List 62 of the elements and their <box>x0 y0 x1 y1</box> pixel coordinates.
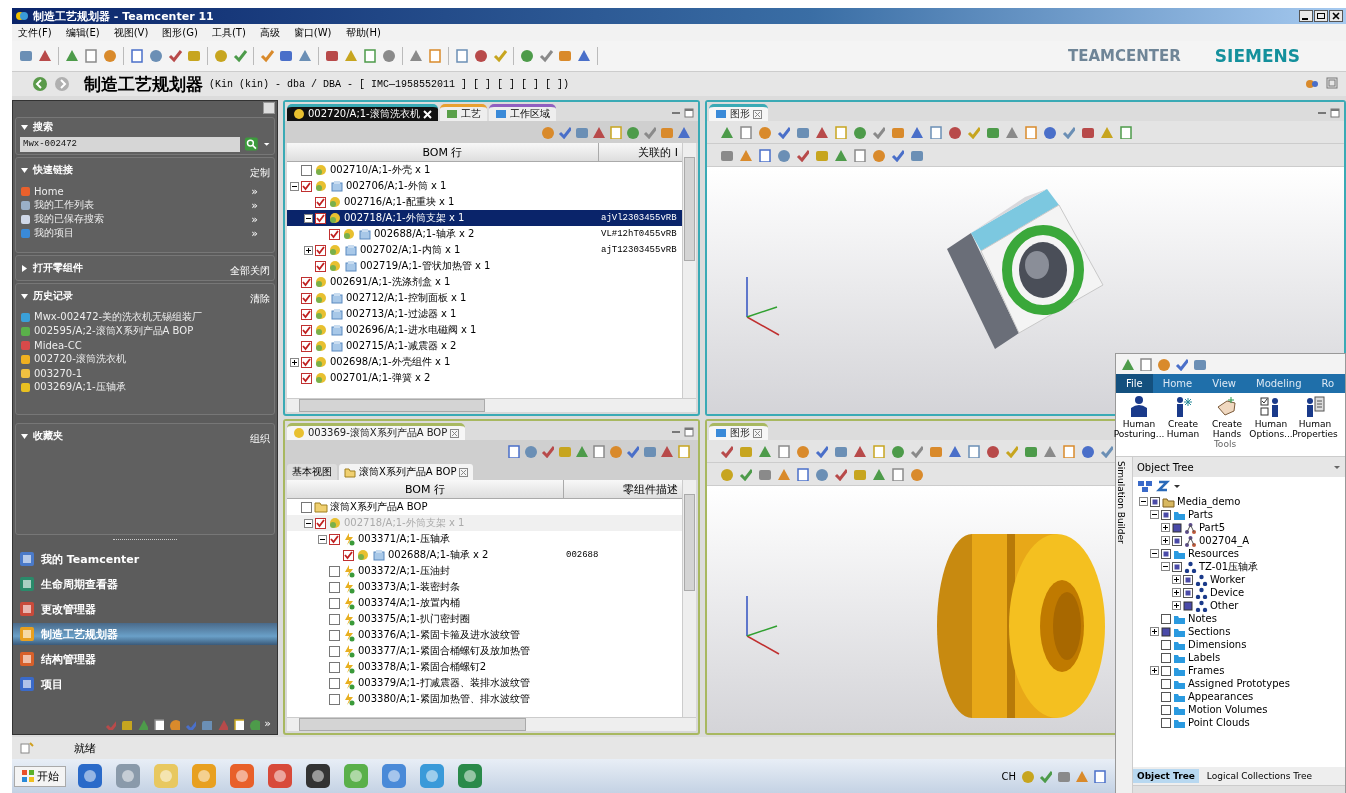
tree-item-label: 002712/A;1-控制面板 x 1 <box>346 291 467 305</box>
panel-title: Object Tree <box>1137 461 1194 473</box>
tree-item-label: Motion Volumes <box>1188 704 1268 715</box>
tree-item-label: Media_demo <box>1177 496 1241 507</box>
application-label: 生命周期查看器 <box>41 576 118 592</box>
tree-item-label: Appearances <box>1188 691 1254 702</box>
tree-item-label: Part5 <box>1199 522 1226 533</box>
application-label: 更改管理器 <box>41 601 96 617</box>
tree-item-label: 003380/A;1-紧固加热管、排水波纹管 <box>358 692 530 706</box>
tree-item-label: Frames <box>1188 665 1225 676</box>
application-label: 项目 <box>41 676 63 692</box>
tree-item-label: Resources <box>1188 548 1240 559</box>
tree-item-label: Dimensions <box>1188 639 1247 650</box>
table-cell-text: ajVl2303455vRB <box>600 213 677 223</box>
tree-item-label: 003378/A;1-紧固合桶螺钉2 <box>358 660 487 674</box>
tree-item-label: 002718/A;1-外筒支架 x 1 <box>344 211 465 225</box>
tree-item-label: 002702/A;1-内筒 x 1 <box>360 243 461 257</box>
tree-item-label: 003377/A;1-紧固合桶螺钉及放加热管 <box>358 644 530 658</box>
application-label: 结构管理器 <box>41 651 96 667</box>
perspective-title: 制造工艺规划器 <box>84 72 203 96</box>
tree-item-label: 003372/A;1-压油封 <box>358 564 450 578</box>
tree-item-label: 003376/A;1-紧固卡箍及进水波纹管 <box>358 628 520 642</box>
tree-item-label: 002719/A;1-管状加热管 x 1 <box>360 259 491 273</box>
tree-item-label: Device <box>1210 587 1245 598</box>
ribbon-group-label: Tools <box>1212 439 1238 449</box>
tree-item-label: Sections <box>1188 626 1231 637</box>
tree-item-label: 003375/A;1-扒门密封圈 <box>358 612 470 626</box>
application-label: 我的 Teamcenter <box>41 551 140 567</box>
tree-item-label: 002704_A <box>1199 535 1249 546</box>
tree-item-label: 002688/A;1-轴承 x 2 <box>374 227 475 241</box>
tree-item-label: 滚筒X系列产品A BOP <box>330 500 428 514</box>
tree-item-label: 003373/A;1-装密封条 <box>358 580 460 594</box>
status-text: 就绪 <box>74 740 96 756</box>
tree-item-label: 002691/A;1-洗涤剂盒 x 1 <box>330 275 451 289</box>
context-text: (Kin (kin) - dba / DBA - [ IMC—1958552011 ] [ ] [ ] [ ] [ ]) <box>209 78 570 90</box>
product-logo: TEAMCENTER <box>1067 47 1181 65</box>
tree-item-label: Worker <box>1210 574 1246 585</box>
tree-item-label: 002710/A;1-外壳 x 1 <box>330 163 431 177</box>
tree-item-label: TZ-01压轴承 <box>1199 559 1259 574</box>
tree-item-label: 002716/A;1-配重块 x 1 <box>344 195 455 209</box>
tree-item-label: Other <box>1210 600 1239 611</box>
tree-item-label: 002715/A;1-减震器 x 2 <box>346 339 457 353</box>
tree-item-label: 003374/A;1-放置内桶 <box>358 596 460 610</box>
tree-item-label: Parts <box>1188 509 1213 520</box>
application-label: 制造工艺规划器 <box>41 626 118 642</box>
table-cell-text: ajT12303455vRB <box>600 245 677 255</box>
tree-item-label: 002696/A;1-进水电磁阀 x 1 <box>346 323 477 337</box>
table-cell-text: VL#12hT0455vRB <box>600 229 677 239</box>
tree-item-label: 002698/A;1-外壳组件 x 1 <box>330 355 451 369</box>
tree-item-label: Labels <box>1188 652 1221 663</box>
tree-item-label: 003371/A;1-压轴承 <box>358 532 450 546</box>
company-logo: SIEMENS <box>1214 46 1300 66</box>
tree-item-label: 003379/A;1-打减震器、装排水波纹管 <box>358 676 530 690</box>
tree-item-label: 002688/A;1-轴承 x 2 <box>388 548 489 562</box>
tree-item-label: 002706/A;1-外筒 x 1 <box>346 179 447 193</box>
tree-item-label: Point Clouds <box>1188 717 1250 728</box>
tree-item-label: 002713/A;1-过滤器 x 1 <box>346 307 457 321</box>
tree-item-label: Assigned Prototypes <box>1188 678 1290 689</box>
tree-item-label: Notes <box>1188 613 1217 624</box>
window-title: 制造工艺规划器 - Teamcenter 11 <box>33 8 215 24</box>
tree-item-label: 002701/A;1-弹簧 x 2 <box>330 371 431 385</box>
table-cell-text: 002688 <box>565 550 599 560</box>
